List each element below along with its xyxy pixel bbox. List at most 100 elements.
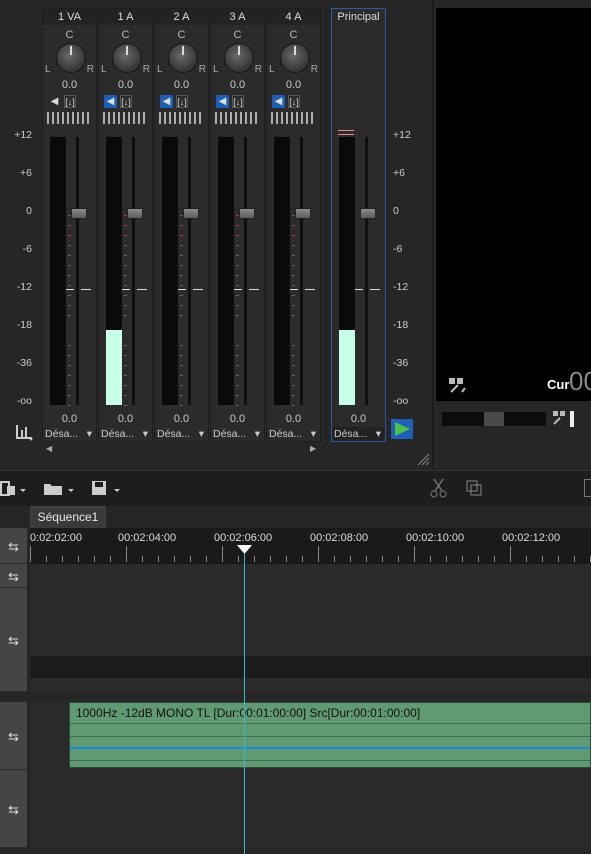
solo-button[interactable]: [↓] — [288, 95, 300, 108]
speaker-icon[interactable]: ◀ — [160, 95, 173, 108]
channel-name: 1 VA — [43, 9, 96, 25]
output-select[interactable]: Désa... ▾ — [43, 427, 96, 441]
meter-tick — [292, 295, 295, 296]
routing-pins-icon[interactable] — [47, 112, 92, 124]
db-scale-label: -36 — [393, 357, 409, 369]
fader-track[interactable] — [76, 137, 79, 405]
meter-options-icon[interactable] — [15, 423, 35, 441]
ruler-tick — [62, 556, 63, 562]
routing-pins-icon[interactable] — [215, 112, 260, 124]
pan-knob[interactable] — [56, 43, 86, 73]
preview-screen — [436, 8, 591, 401]
meter-tick — [68, 245, 71, 246]
track-header-3[interactable]: ⇆ — [0, 702, 27, 770]
camera-icon[interactable] — [552, 410, 568, 429]
fader-handle[interactable] — [127, 208, 143, 219]
clip-label: 1000Hz -12dB MONO TL [Dur:00:01:00:00] S… — [76, 706, 421, 720]
track-layout-button[interactable] — [0, 479, 30, 502]
meter-tick — [68, 215, 71, 216]
routing-pins-icon[interactable] — [271, 112, 316, 124]
master-strip: Principal 0.0 Désa... ▾ — [331, 8, 386, 442]
routing-pins-icon[interactable] — [159, 112, 204, 124]
chevron-down-icon: ▾ — [86, 428, 92, 440]
pan-knob[interactable] — [112, 43, 142, 73]
track-header-2[interactable]: ⇆ — [0, 588, 27, 692]
pan-knob[interactable] — [168, 43, 198, 73]
playhead-handle[interactable] — [237, 545, 253, 560]
speaker-icon[interactable]: ◀ — [272, 95, 285, 108]
track-lane[interactable] — [30, 770, 591, 848]
volume-line[interactable] — [70, 747, 590, 749]
db-scale-label: -12 — [16, 281, 32, 293]
preview-slider[interactable] — [442, 412, 546, 426]
meter-tick — [68, 315, 71, 316]
fader-handle[interactable] — [71, 208, 87, 219]
resize-grip-icon[interactable] — [416, 452, 430, 466]
scroll-left-icon[interactable]: ◀ — [46, 444, 52, 453]
channel-strip: 2 A C L R 0.0 ◀ [↓] 0.0 Désa... ▾ — [154, 8, 209, 442]
output-select[interactable]: Désa... ▾ — [211, 427, 264, 441]
track-header-ruler[interactable]: ⇆ — [0, 528, 27, 564]
meter-tick — [180, 355, 183, 356]
ruler-tick — [494, 556, 495, 562]
meter-tick — [292, 265, 295, 266]
ruler-tick — [286, 556, 287, 562]
solo-button[interactable]: [↓] — [64, 95, 76, 108]
scroll-right-icon[interactable]: ▶ — [310, 444, 316, 453]
fader-handle[interactable] — [239, 208, 255, 219]
preview-slider-handle[interactable] — [484, 412, 504, 426]
playhead-line — [244, 554, 245, 854]
meter-tick — [68, 395, 71, 396]
pan-knob[interactable] — [280, 43, 310, 73]
track-lane[interactable] — [30, 678, 591, 692]
meter-tick — [124, 405, 127, 406]
time-ruler[interactable]: 0:02:02:00 00:02:04:00 00:02:06:00 00:02:08… — [30, 528, 591, 564]
output-select[interactable]: Désa... ▾ — [99, 427, 152, 441]
solo-button[interactable]: [↓] — [176, 95, 188, 108]
fader-track[interactable] — [300, 137, 303, 405]
track-lane[interactable] — [30, 564, 591, 589]
track-header-4[interactable]: ⇆ — [0, 770, 27, 848]
fader-handle[interactable] — [183, 208, 199, 219]
cut-button[interactable] — [430, 478, 448, 501]
chevron-down-icon: ▾ — [375, 428, 381, 440]
track-header-1[interactable]: ⇆ — [0, 564, 27, 588]
output-select[interactable]: Désa... ▾ — [267, 427, 320, 441]
track-lane[interactable] — [30, 588, 591, 656]
solo-button[interactable]: [↓] — [232, 95, 244, 108]
tab-sequence1[interactable]: Séquence1 — [30, 506, 106, 528]
speaker-icon[interactable]: ◀ — [216, 95, 229, 108]
chevron-down-icon: ▾ — [142, 428, 148, 440]
fader-mark — [290, 289, 298, 290]
play-button[interactable] — [391, 419, 413, 439]
master-output-select[interactable]: Désa... ▾ — [332, 427, 385, 441]
open-button[interactable] — [42, 479, 76, 502]
pan-knob[interactable] — [224, 43, 254, 73]
swap-icon: ⇆ — [8, 802, 19, 817]
ruler-tick — [350, 556, 351, 562]
meter-tick — [124, 255, 127, 256]
save-button[interactable] — [90, 479, 124, 502]
solo-button[interactable]: [↓] — [120, 95, 132, 108]
fader-track[interactable] — [188, 137, 191, 405]
routing-pins-icon[interactable] — [103, 112, 148, 124]
audio-clip[interactable]: 1000Hz -12dB MONO TL [Dur:00:01:00:00] S… — [69, 702, 591, 768]
fader-track[interactable] — [132, 137, 135, 405]
speaker-icon[interactable]: ◀ — [48, 95, 61, 108]
paste-icon[interactable] — [584, 479, 591, 497]
fader-handle[interactable] — [295, 208, 311, 219]
master-fader-handle[interactable] — [360, 208, 376, 219]
master-fader-track[interactable] — [365, 137, 368, 405]
copy-button[interactable] — [465, 479, 485, 500]
ruler-tick — [78, 556, 79, 562]
speaker-icon[interactable]: ◀ — [104, 95, 117, 108]
clip-divider — [70, 760, 590, 761]
meter-tick — [236, 215, 239, 216]
fader-track[interactable] — [244, 137, 247, 405]
marker-handle[interactable] — [570, 411, 574, 427]
output-select[interactable]: Désa... ▾ — [155, 427, 208, 441]
pan-left-label: L — [213, 64, 219, 75]
camera-icon[interactable] — [448, 376, 470, 397]
output-label: Désa... — [101, 428, 135, 440]
pan-value: 0.0 — [117, 79, 134, 91]
